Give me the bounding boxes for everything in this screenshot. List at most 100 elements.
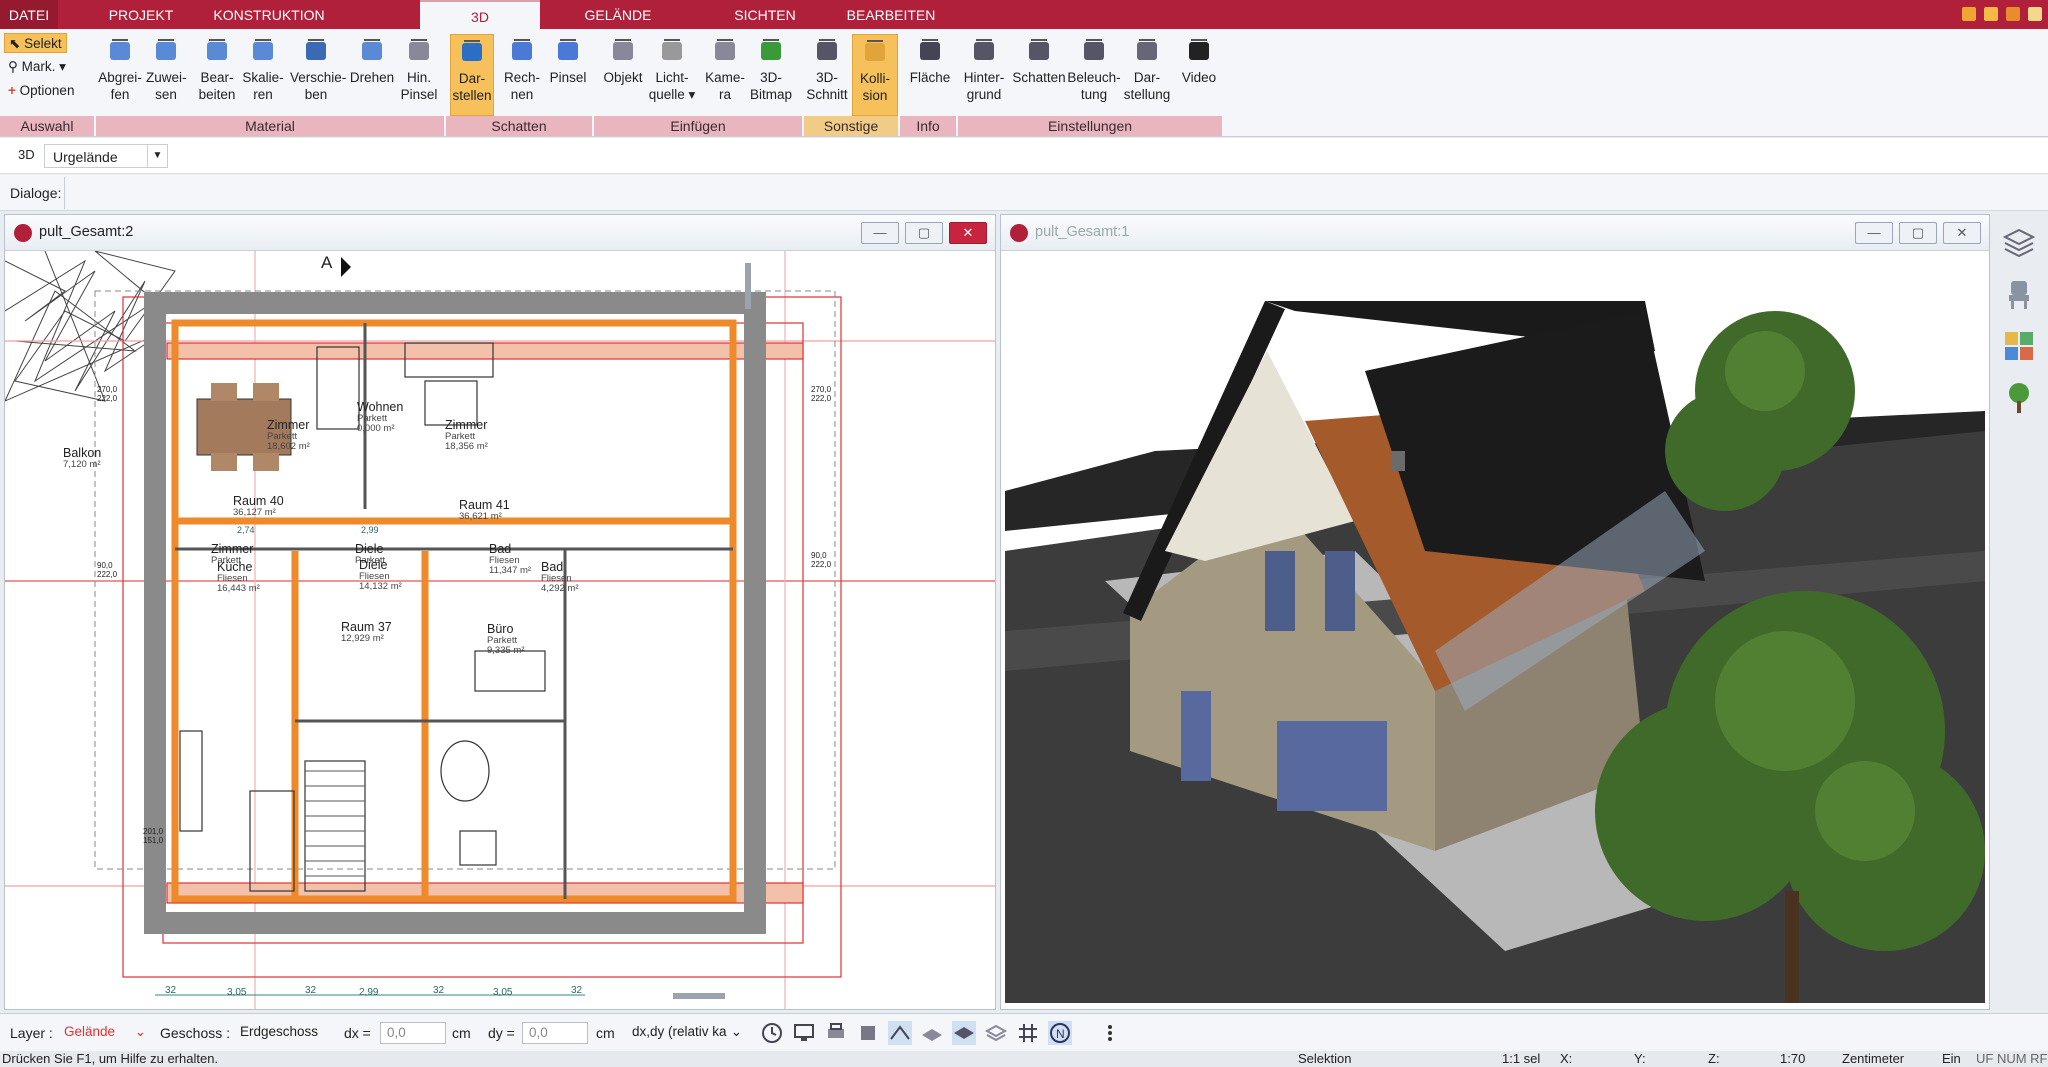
room-label[interactable]: Bad Fliesen 4,292 m² — [541, 561, 579, 594]
ribbon-button-section-3d[interactable]: 3D- Schnitt — [804, 34, 850, 116]
ribbon-button-light[interactable]: Licht-quelle ▾ — [644, 34, 700, 116]
clock-icon[interactable] — [760, 1021, 784, 1045]
close-button[interactable]: ✕ — [949, 222, 987, 244]
dx-input[interactable]: 0,0 — [380, 1022, 446, 1044]
tab-gelaende[interactable]: GELÄNDE — [556, 0, 680, 29]
room-label[interactable]: Raum 41 36,621 m² — [459, 499, 510, 522]
ribbon-button-video[interactable]: Video — [1174, 34, 1224, 116]
object-icon[interactable] — [856, 1021, 880, 1045]
mark-tool-button[interactable]: ⚲ Mark. ▾ — [4, 57, 70, 77]
room-label[interactable]: Zimmer Parkett 18,356 m² — [445, 419, 488, 452]
terrain-select[interactable]: Urgelände ▼ — [44, 144, 168, 168]
north-icon[interactable]: N — [1048, 1021, 1072, 1045]
render-icon — [456, 35, 488, 67]
mark-icon: ⚲ — [8, 59, 18, 74]
vertical-scrollbar[interactable] — [745, 263, 751, 309]
help-icon[interactable] — [2028, 7, 2042, 21]
dimension-label: 90,0 222,0 — [97, 561, 118, 579]
room-label[interactable]: Diele Fliesen 14,132 m² — [359, 559, 402, 592]
layer-select[interactable]: Gelände ⌄ — [58, 1022, 150, 1044]
floor-select[interactable]: Erdgeschoss⌄ — [234, 1022, 324, 1059]
ribbon-button-brush-shadow[interactable]: Pinsel — [548, 34, 588, 116]
printer-icon[interactable] — [824, 1021, 848, 1045]
brush-icon — [403, 34, 435, 66]
plane-icon[interactable] — [952, 1021, 976, 1045]
object-icon — [607, 34, 639, 66]
tree-icon[interactable] — [2002, 381, 2036, 415]
ribbon-button-assign[interactable]: Zuwei-sen — [146, 34, 187, 116]
room-label[interactable]: Büro Parkett 9,335 m² — [487, 623, 525, 656]
section-arrow-icon — [341, 257, 351, 277]
restore-button[interactable]: ▢ — [1899, 222, 1937, 244]
room-label[interactable]: Raum 37 12,929 m² — [341, 621, 392, 644]
snap-icon[interactable] — [888, 1021, 912, 1045]
ribbon-button-object[interactable]: Objekt — [598, 34, 648, 116]
ribbon-button-label: Pinsel — [400, 87, 438, 102]
ribbon-button-bitmap[interactable]: 3D- Bitmap — [748, 34, 794, 116]
room-label[interactable]: Balkon 7,120 m² — [63, 447, 101, 470]
ribbon-button-scale[interactable]: Skalie-ren — [240, 34, 286, 116]
grid-icon[interactable] — [1016, 1021, 1040, 1045]
ribbon-button-edit-material[interactable]: Bear-beiten — [196, 34, 238, 116]
chair-icon[interactable] — [2002, 277, 2036, 311]
minimize-button[interactable]: — — [1855, 222, 1893, 244]
ribbon-button-display[interactable]: Dar-stellung — [1122, 34, 1172, 116]
collision-icon — [859, 35, 891, 67]
monitor-icon[interactable] — [792, 1021, 816, 1045]
more-icon[interactable] — [1098, 1021, 1122, 1045]
ribbon-button-camera[interactable]: Kame-ra — [702, 34, 748, 116]
room-label[interactable]: Wohnen Parkett 0,000 m² — [357, 401, 403, 434]
chevron-down-icon[interactable]: ▼ — [147, 145, 167, 167]
dimension-label: 2,99 — [359, 987, 379, 998]
options-button[interactable]: + Optionen — [4, 81, 78, 101]
close-button[interactable]: ✕ — [1943, 222, 1981, 244]
horizontal-scrollbar[interactable] — [673, 993, 725, 999]
tab-bearbeiten[interactable]: BEARBEITEN — [836, 0, 946, 29]
select-tool-button[interactable]: ⬉ Selekt — [4, 33, 67, 53]
layers-small-icon[interactable] — [984, 1021, 1008, 1045]
floor-plan-canvas[interactable]: A Zimmer Parkett 18,602 m² Wohnen Parkett 0,… — [5, 251, 995, 1009]
ribbon-button-move[interactable]: Verschie-ben — [290, 34, 346, 116]
coord-mode-select[interactable]: dx,dy (relativ ka ⌄ — [626, 1022, 744, 1044]
group-einstellungen: Einstellungen — [958, 116, 1224, 136]
plan-window-titlebar[interactable]: pult_Gesamt:2 — ▢ ✕ — [5, 215, 995, 251]
ribbon-button-rotate[interactable]: Drehen — [346, 34, 398, 116]
app-window: DATEI PROJEKT KONSTRUKTION 3D GELÄNDE SI… — [0, 0, 2048, 1067]
layers-icon[interactable] — [2002, 225, 2036, 259]
view3d-window-titlebar[interactable]: pult_Gesamt:1 — ▢ ✕ — [1001, 215, 1989, 251]
restore-button[interactable]: ▢ — [905, 222, 943, 244]
ribbon-button-brush[interactable]: Hin. Pinsel — [398, 34, 440, 116]
ribbon-button-lighting[interactable]: Beleuch-tung — [1066, 34, 1122, 116]
tab-projekt[interactable]: PROJEKT — [78, 0, 204, 29]
ribbon-button-compute[interactable]: Rech-nen — [500, 34, 544, 116]
ribbon-button-background[interactable]: Hinter-grund — [960, 34, 1008, 116]
wall-icon[interactable] — [920, 1021, 944, 1045]
ribbon-button-label: fen — [110, 87, 130, 102]
minimize-button[interactable]: — — [861, 222, 899, 244]
tab-3d[interactable]: 3D — [420, 0, 540, 29]
tab-datei[interactable]: DATEI — [0, 0, 58, 29]
room-label[interactable]: Zimmer Parkett 18,602 m² — [267, 419, 310, 452]
ribbon-button-label: Bear- — [200, 70, 234, 85]
ribbon-button-surface[interactable]: Fläche — [906, 34, 954, 116]
room-label[interactable]: Bad Fliesen 11,347 m² — [489, 543, 531, 576]
tab-sichten[interactable]: SICHTEN — [704, 0, 826, 29]
ribbon-button-label: Beleuch- — [1067, 70, 1121, 85]
outer-wall — [144, 292, 766, 934]
materials-icon[interactable] — [2002, 329, 2036, 363]
dy-input[interactable]: 0,0 — [522, 1022, 588, 1044]
tools-icon[interactable] — [1962, 7, 1976, 21]
room-label[interactable]: Raum 40 36,127 m² — [233, 495, 284, 518]
room-label[interactable]: Küche Fliesen 16,443 m² — [217, 561, 260, 594]
ribbon-button-eyedropper[interactable]: Abgrei-fen — [98, 34, 142, 116]
ribbon-button-shadow[interactable]: Schatten — [1012, 34, 1066, 116]
ribbon-button-collision[interactable]: Kolli-sion — [852, 34, 898, 116]
window-icon[interactable] — [1984, 7, 1998, 21]
dimension-label: 270,0 222,0 — [97, 385, 118, 403]
ribbon-button-render[interactable]: Dar-stellen — [450, 34, 494, 116]
layout-icon[interactable] — [2006, 7, 2020, 21]
tab-konstruktion[interactable]: KONSTRUKTION — [206, 0, 332, 29]
view3d-window[interactable]: pult_Gesamt:1 — ▢ ✕ — [1000, 214, 1990, 1010]
view3d-canvas[interactable] — [1005, 251, 1985, 1003]
plan-window[interactable]: pult_Gesamt:2 — ▢ ✕ A Zimmer Parkett 18,… — [4, 214, 996, 1010]
